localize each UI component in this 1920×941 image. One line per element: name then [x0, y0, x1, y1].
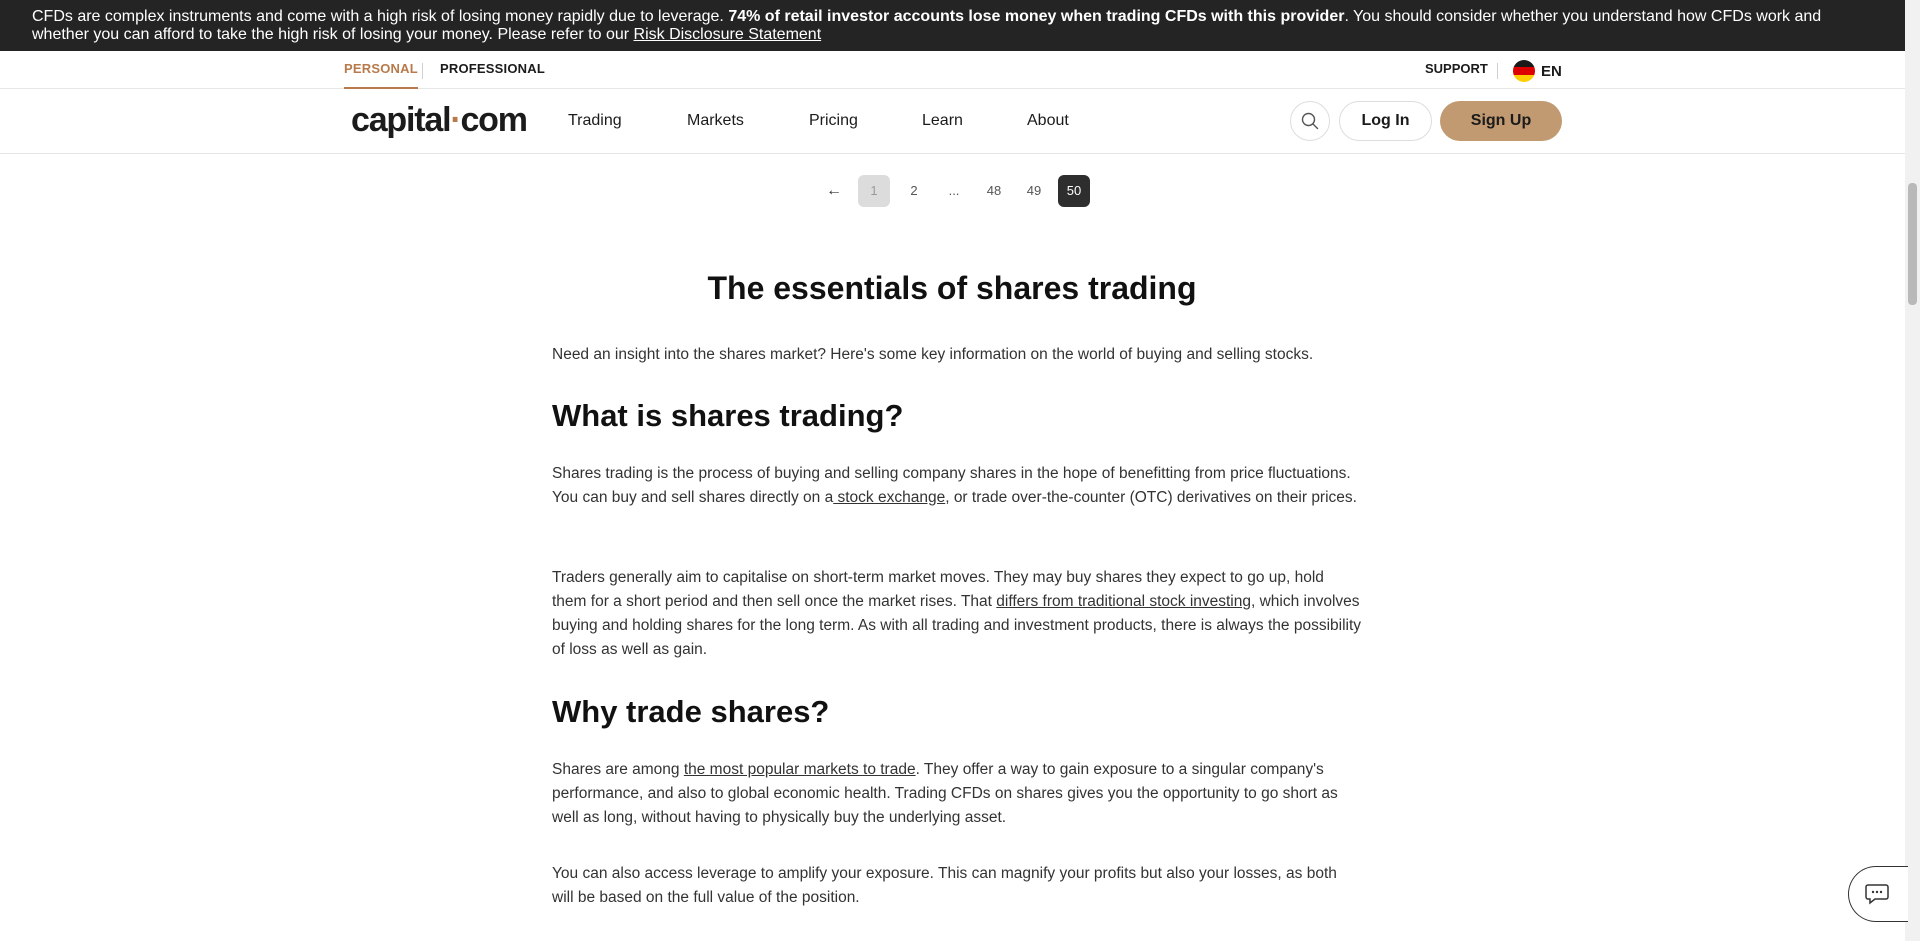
- germany-flag-icon: [1513, 60, 1535, 82]
- language-label: EN: [1541, 62, 1562, 80]
- scrollbar-thumb[interactable]: [1908, 183, 1917, 305]
- stock-exchange-link[interactable]: stock exchange: [833, 489, 945, 506]
- nav-item-about[interactable]: About: [1027, 89, 1069, 153]
- professional-tab[interactable]: PROFESSIONAL: [440, 51, 545, 89]
- divider: [422, 63, 423, 79]
- article-intro: Need an insight into the shares market? …: [552, 346, 1314, 363]
- search-button[interactable]: [1290, 101, 1330, 141]
- paragraph: Shares trading is the process of buying …: [552, 465, 1357, 506]
- main-navigation: capital·com Trading Markets Pricing Lear…: [0, 89, 1905, 154]
- nav-item-learn[interactable]: Learn: [922, 89, 963, 153]
- page-ellipsis: ...: [948, 182, 960, 198]
- stock-investing-link[interactable]: differs from traditional stock investing: [996, 593, 1251, 610]
- capital-com-logo[interactable]: capital·com: [351, 101, 528, 140]
- scrollbar-track[interactable]: [1905, 0, 1920, 941]
- heading-why-trade-shares: Why trade shares?: [552, 694, 830, 729]
- nav-item-markets[interactable]: Markets: [687, 89, 744, 153]
- paragraph: You can also access leverage to amplify …: [552, 865, 1337, 906]
- risk-disclosure-banner: CFDs are complex instruments and come wi…: [0, 0, 1905, 51]
- page-button[interactable]: 1: [858, 174, 890, 207]
- support-link[interactable]: SUPPORT: [1425, 51, 1488, 89]
- pagination: ← 1 2 ... 48 49 50: [818, 174, 1098, 207]
- risk-text-start: CFDs are complex instruments and come wi…: [32, 8, 729, 25]
- personal-tab[interactable]: PERSONAL: [344, 51, 418, 89]
- chat-icon: [1864, 884, 1889, 905]
- paragraph: Traders generally aim to capitalise on s…: [552, 569, 1362, 658]
- audience-strip: PERSONAL PROFESSIONAL SUPPORT EN: [0, 51, 1905, 89]
- popular-markets-link[interactable]: the most popular markets to trade: [684, 761, 916, 778]
- chat-button[interactable]: [1848, 866, 1908, 922]
- search-icon: [1301, 112, 1319, 130]
- page-button[interactable]: 48: [978, 175, 1010, 207]
- risk-disclosure-link[interactable]: Risk Disclosure Statement: [634, 26, 822, 43]
- paragraph: Shares are among the most popular market…: [552, 761, 1338, 826]
- article-title: The essentials of shares trading: [707, 270, 1197, 306]
- page-button[interactable]: 2: [898, 175, 930, 207]
- signup-button[interactable]: Sign Up: [1440, 101, 1562, 141]
- language-selector[interactable]: EN: [1513, 60, 1562, 82]
- risk-text-bold: 74% of retail investor accounts lose mon…: [728, 8, 1345, 25]
- page-button[interactable]: 49: [1018, 175, 1050, 207]
- divider: [1497, 63, 1498, 79]
- login-button[interactable]: Log In: [1339, 101, 1432, 141]
- arrow-left-icon[interactable]: ←: [818, 175, 850, 207]
- page-button-selected[interactable]: 50: [1058, 174, 1090, 207]
- nav-item-pricing[interactable]: Pricing: [809, 89, 858, 153]
- nav-item-trading[interactable]: Trading: [568, 89, 622, 153]
- heading-what-is-shares-trading: What is shares trading?: [552, 398, 904, 433]
